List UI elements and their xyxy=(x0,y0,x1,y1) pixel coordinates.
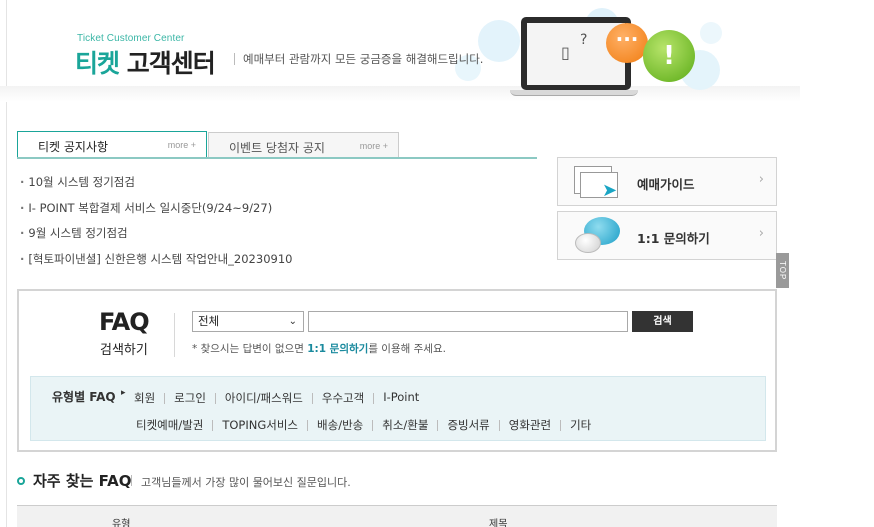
frequent-divider xyxy=(131,475,132,486)
faq-type-link[interactable]: 회원 xyxy=(134,390,155,406)
faq-subtitle: 검색하기 xyxy=(100,343,148,358)
list-item[interactable]: [혁토파이낸셜] 신한은행 시스템 작업안내_20230910 xyxy=(20,250,292,276)
faq-type-link[interactable]: TOPING서비스 xyxy=(222,417,298,433)
faq-type-link[interactable]: 아이디/패스워드 xyxy=(225,390,303,406)
booking-guide-label: 예매가이드 xyxy=(637,177,695,192)
faq-type-link[interactable]: 취소/환불 xyxy=(382,417,428,433)
list-item[interactable]: 9월 시스템 정기점검 xyxy=(20,224,292,250)
page-header: Ticket Customer Center 티켓 고객센터 예매부터 관람까지… xyxy=(0,0,874,110)
divider xyxy=(164,393,166,404)
list-item[interactable]: I- POINT 복합결제 서비스 일시중단(9/24~9/27) xyxy=(20,199,292,225)
divider xyxy=(372,420,374,431)
frequent-faq-description: 고객님들께서 가장 많이 물어보신 질문입니다. xyxy=(141,476,351,489)
bullet-ring-icon xyxy=(17,477,25,485)
column-header-type: 유형 xyxy=(112,519,131,527)
divider xyxy=(212,420,214,431)
cursor-arrow-icon: ➤ xyxy=(602,180,618,201)
faq-type-row: 티켓예매/발권 TOPING서비스 배송/반송 취소/환불 증빙서류 영화관련 … xyxy=(136,417,591,433)
brand-divider xyxy=(234,53,235,65)
faq-divider xyxy=(174,313,175,357)
chat-bubble-orange-icon: ··· xyxy=(606,23,648,63)
faq-search-button[interactable]: 검색 xyxy=(632,311,693,332)
faq-type-link[interactable]: 기타 xyxy=(570,417,591,433)
inquiry-link[interactable]: 1:1 문의하기 xyxy=(307,343,368,355)
divider xyxy=(498,420,500,431)
faq-type-link[interactable]: 영화관련 xyxy=(509,417,551,433)
divider xyxy=(214,393,216,404)
faq-type-label: 유형별 FAQ xyxy=(52,390,116,404)
chevron-right-icon: › xyxy=(758,226,764,241)
decor-bubble xyxy=(700,22,722,44)
scroll-top-button[interactable]: TOP xyxy=(776,253,789,288)
brand-title-rest: 고객센터 xyxy=(126,49,216,78)
faq-category-select[interactable]: 전체 ⌄ xyxy=(192,311,304,332)
chat-bubble-green-icon: ! xyxy=(643,30,695,82)
frequent-faq-title: 자주 찾는 FAQ xyxy=(33,472,132,490)
notice-list: 10월 시스템 정기점검 I- POINT 복합결제 서비스 일시중단(9/24… xyxy=(20,173,292,275)
faq-hint-suffix: 를 이용해 주세요. xyxy=(368,343,446,355)
booking-guide-button[interactable]: ➤ 예매가이드 › xyxy=(557,157,777,206)
faq-search-panel: FAQ 검색하기 전체 ⌄ 검색 * 찾으시는 답변이 없으면 1:1 문의하기… xyxy=(17,289,777,452)
question-icon: ? xyxy=(580,32,588,48)
brand-subtitle: Ticket Customer Center xyxy=(77,33,185,44)
laptop-base xyxy=(510,90,638,96)
faq-title: FAQ xyxy=(99,308,150,336)
divider xyxy=(307,420,309,431)
faq-hint: * 찾으시는 답변이 없으면 1:1 문의하기를 이용해 주세요. xyxy=(192,341,446,356)
decor-bubble xyxy=(478,20,520,62)
brand-title-accent: 티켓 xyxy=(75,49,120,78)
faq-type-link[interactable]: 배송/반송 xyxy=(317,417,363,433)
chevron-down-icon: ⌄ xyxy=(288,316,297,327)
chevron-right-icon: › xyxy=(758,172,764,187)
inquiry-label: 1:1 문의하기 xyxy=(637,231,710,246)
faq-type-link[interactable]: 우수고객 xyxy=(322,390,364,406)
more-link[interactable]: more + xyxy=(360,141,388,151)
faq-type-link[interactable]: 증빙서류 xyxy=(447,417,489,433)
more-link[interactable]: more + xyxy=(168,140,196,150)
faq-hint-prefix: * 찾으시는 답변이 없으면 xyxy=(192,343,308,355)
triangle-right-icon: ▸ xyxy=(121,388,126,398)
tab-label: 티켓 공지사항 xyxy=(38,140,109,154)
divider xyxy=(311,393,313,404)
faq-type-link[interactable]: I-Point xyxy=(383,390,419,406)
tab-event-winners[interactable]: 이벤트 당첨자 공지 more + xyxy=(208,132,399,157)
faq-type-row: 회원 로그인 아이디/패스워드 우수고객 I-Point xyxy=(134,390,419,406)
document-icon: ▯ xyxy=(561,43,570,62)
faq-type-link[interactable]: 로그인 xyxy=(174,390,206,406)
tab-underline xyxy=(17,157,537,159)
divider xyxy=(373,393,375,404)
header-shadow xyxy=(0,86,800,102)
speech-bubble-icon xyxy=(575,233,601,253)
tab-ticket-notice[interactable]: 티켓 공지사항 more + xyxy=(17,131,207,158)
faq-type-panel: 유형별 FAQ ▸ 회원 로그인 아이디/패스워드 우수고객 I-Point 티… xyxy=(30,376,766,441)
divider xyxy=(560,420,562,431)
column-header-title: 제목 xyxy=(489,519,508,527)
list-item[interactable]: 10월 시스템 정기점검 xyxy=(20,173,292,199)
faq-search-input[interactable] xyxy=(308,311,628,332)
faq-category-value: 전체 xyxy=(198,314,220,328)
divider xyxy=(437,420,439,431)
inquiry-button[interactable]: 1:1 문의하기 › xyxy=(557,211,777,260)
faq-table-header: 유형 제목 xyxy=(17,505,777,527)
brand-description: 예매부터 관람까지 모든 궁금증을 해결해드립니다. xyxy=(243,52,484,66)
brand-title[interactable]: 티켓 고객센터 xyxy=(75,44,216,80)
faq-type-link[interactable]: 티켓예매/발권 xyxy=(136,417,203,433)
tab-label: 이벤트 당첨자 공지 xyxy=(229,141,325,155)
